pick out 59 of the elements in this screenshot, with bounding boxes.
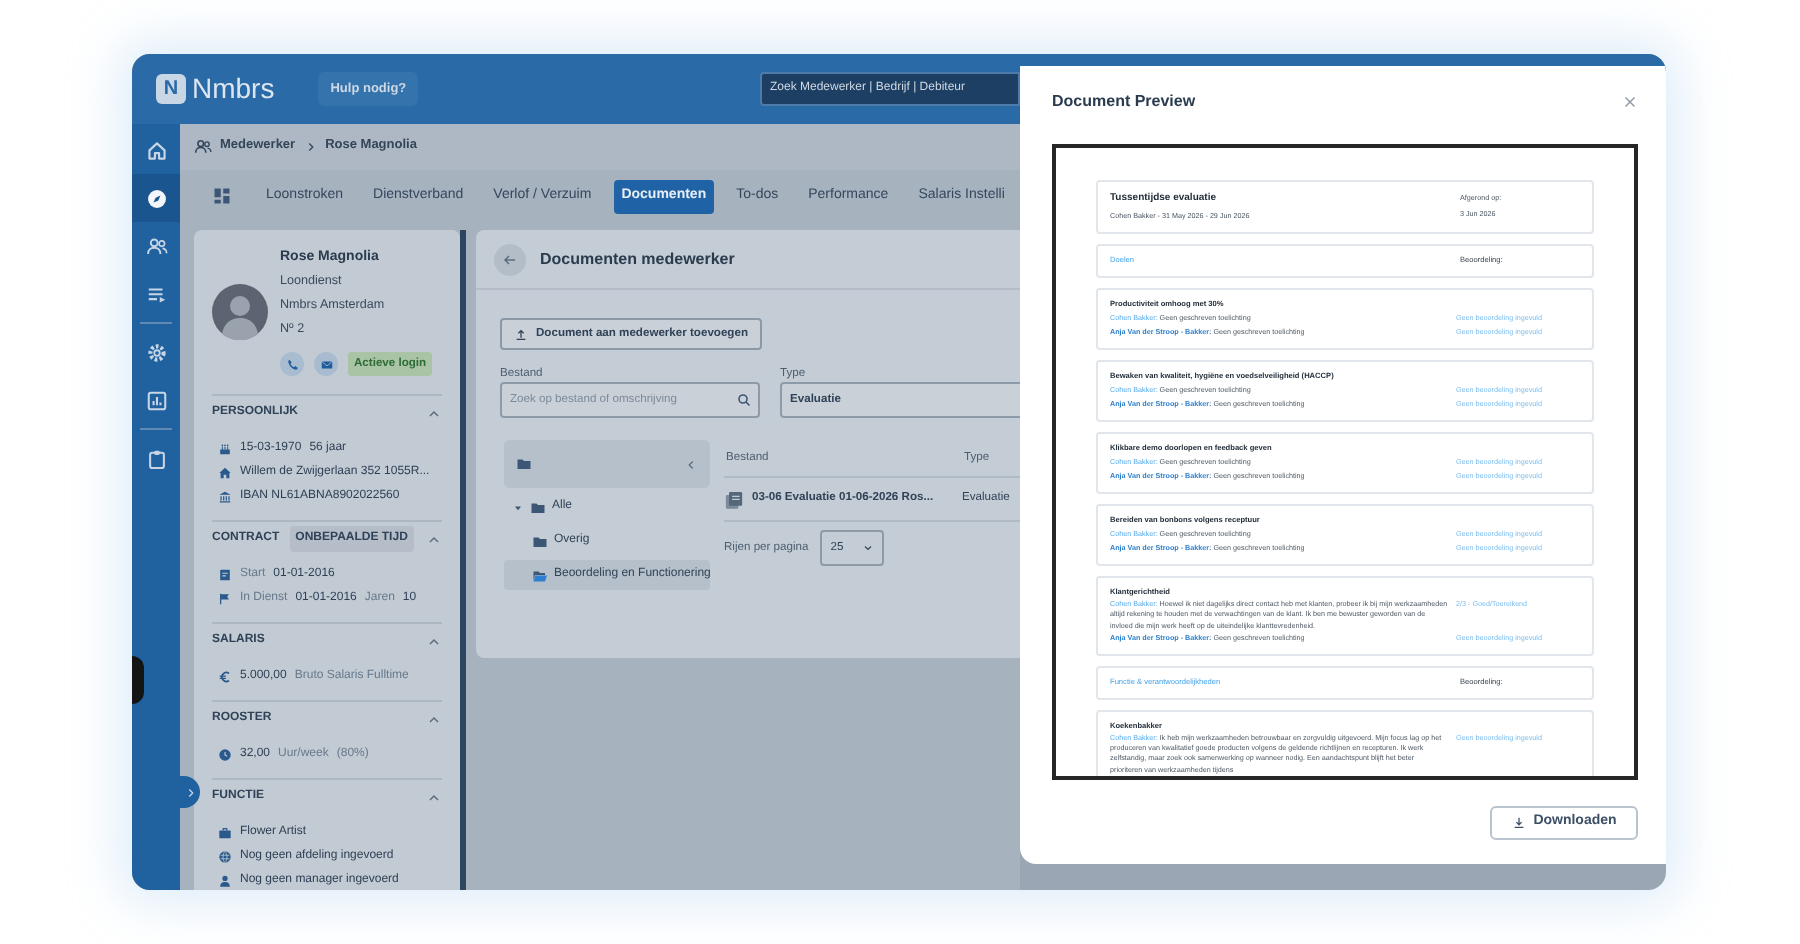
globe-icon [218, 849, 232, 863]
chevron-up-icon [426, 531, 442, 547]
chevron-up-icon [426, 789, 442, 805]
folder-icon [516, 456, 532, 472]
document-icon [724, 489, 744, 509]
folder-icon [532, 533, 548, 549]
clipboard-icon [145, 447, 167, 469]
folder-icon [530, 499, 546, 515]
mail-icon [319, 357, 333, 371]
home-icon [145, 139, 167, 161]
settings-icon [145, 341, 167, 363]
cake-icon [218, 441, 232, 455]
collapse-button[interactable] [426, 405, 442, 421]
phone-icon [285, 357, 299, 371]
chevron-up-icon [426, 633, 442, 649]
dashboard-button[interactable] [212, 186, 232, 207]
collapse-button[interactable] [426, 789, 442, 805]
chevron-left-icon [684, 457, 698, 471]
caret-icon [512, 501, 524, 513]
collapse-button[interactable] [426, 711, 442, 727]
flag-icon [218, 591, 232, 605]
panel-title: Documenten medewerker [540, 247, 735, 271]
collapse-button[interactable] [426, 633, 442, 649]
collapse-button[interactable] [426, 531, 442, 547]
back-arrow-icon [502, 251, 518, 267]
list-icon [145, 283, 167, 305]
dashboard-icon [212, 186, 232, 207]
back-button[interactable] [494, 243, 526, 275]
collapse-button[interactable] [684, 457, 698, 471]
nav-button[interactable] [132, 174, 180, 222]
chart-icon [145, 389, 167, 411]
people-icon [145, 235, 167, 257]
house-icon [218, 465, 232, 479]
chevron-up-icon [426, 405, 442, 421]
clock-icon [218, 747, 232, 761]
compass-icon [145, 187, 167, 209]
mail-button[interactable] [314, 352, 338, 376]
chevron-down-icon [862, 542, 875, 554]
calendar-icon [218, 567, 232, 581]
scrollbar[interactable] [460, 230, 466, 890]
close-button[interactable] [1622, 94, 1638, 110]
phone-button[interactable] [280, 352, 304, 376]
euro-icon [218, 669, 232, 683]
dialog-title: Document Preview [1052, 90, 1196, 114]
avatar [212, 284, 268, 340]
folder-icon [532, 567, 548, 583]
bank-icon [218, 489, 232, 503]
search-icon [736, 392, 752, 408]
briefcase-icon [218, 825, 232, 839]
people-icon [194, 137, 212, 156]
person-icon [218, 873, 232, 887]
chevron-right-icon [183, 785, 197, 799]
close-icon [1622, 94, 1638, 110]
logo-text: Nmbrs [192, 70, 275, 108]
chevron-right-icon [303, 139, 318, 154]
logo-mark: N [156, 74, 186, 104]
chevron-up-icon [426, 711, 442, 727]
upload-icon [514, 327, 528, 341]
download-icon [1511, 816, 1526, 830]
